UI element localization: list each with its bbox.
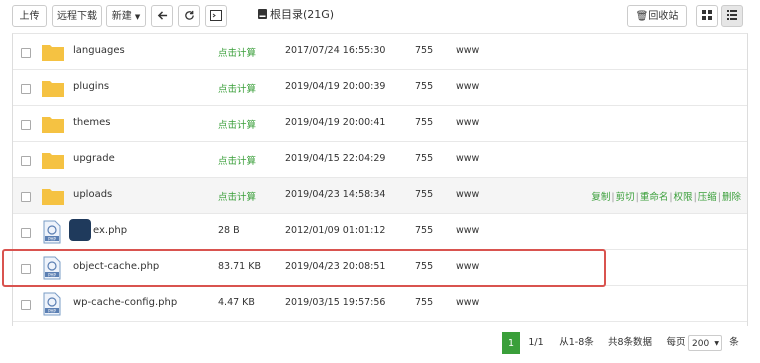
file-name[interactable]: plugins bbox=[73, 81, 109, 92]
file-date: 2019/04/19 20:00:39 bbox=[285, 81, 386, 92]
file-name[interactable]: languages bbox=[73, 45, 125, 56]
caret-down-icon: ▼ bbox=[134, 13, 141, 21]
arrow-left-icon bbox=[157, 11, 167, 20]
toolbar: 上传 远程下载 新建 ▼ 根目录(21G) 🗑回收站 bbox=[0, 0, 760, 34]
grid-view-button[interactable] bbox=[696, 5, 718, 27]
file-date: 2019/04/19 20:00:41 bbox=[285, 117, 386, 128]
row-checkbox[interactable] bbox=[21, 300, 31, 310]
row-checkbox[interactable] bbox=[21, 120, 31, 130]
file-owner: www bbox=[456, 153, 480, 164]
table-row[interactable]: upgrade 点击计算 2019/04/15 22:04:29 755 www bbox=[13, 142, 747, 178]
cut-link[interactable]: 剪切 bbox=[616, 192, 635, 203]
trash-icon: 🗑 bbox=[635, 11, 649, 22]
calc-size-link[interactable]: 点击计算 bbox=[218, 117, 256, 131]
row-checkbox[interactable] bbox=[21, 228, 31, 238]
file-name[interactable]: upgrade bbox=[73, 153, 115, 164]
page-1-button[interactable]: 1 bbox=[502, 332, 520, 354]
php-file-icon: PHP bbox=[43, 292, 61, 316]
file-date: 2019/03/15 19:57:56 bbox=[285, 297, 386, 308]
file-owner: www bbox=[456, 297, 480, 308]
calc-size-link[interactable]: 点击计算 bbox=[218, 153, 256, 167]
php-file-icon: PHP bbox=[43, 220, 61, 244]
calc-size-link[interactable]: 点击计算 bbox=[218, 189, 256, 203]
file-date: 2017/07/24 16:55:30 bbox=[285, 45, 386, 56]
file-permission[interactable]: 755 bbox=[415, 117, 433, 128]
file-owner: www bbox=[456, 117, 480, 128]
terminal-icon bbox=[210, 10, 222, 21]
refresh-icon bbox=[184, 10, 194, 20]
file-name[interactable]: uploads bbox=[73, 189, 112, 200]
highlight-annotation-box bbox=[2, 249, 606, 287]
delete-link[interactable]: 删除 bbox=[722, 192, 741, 203]
recycle-label: 回收站 bbox=[648, 11, 679, 22]
per-page-value: 200 bbox=[692, 339, 710, 349]
new-dropdown-button[interactable]: 新建 ▼ bbox=[106, 5, 146, 27]
grid-icon bbox=[702, 10, 712, 20]
disk-icon bbox=[258, 9, 267, 19]
caret-down-icon: ▼ bbox=[714, 340, 719, 347]
remote-download-button[interactable]: 远程下载 bbox=[52, 5, 102, 27]
folder-icon bbox=[42, 81, 64, 97]
per-page-select[interactable]: 200 ▼ bbox=[688, 335, 722, 351]
file-name[interactable]: themes bbox=[73, 117, 111, 128]
row-checkbox[interactable] bbox=[21, 84, 31, 94]
root-directory[interactable]: 根目录(21G) bbox=[258, 6, 334, 24]
range-info: 从1-8条 bbox=[554, 332, 599, 354]
folder-icon bbox=[42, 189, 64, 205]
file-owner: www bbox=[456, 81, 480, 92]
file-permission[interactable]: 755 bbox=[415, 297, 433, 308]
file-date: 2012/01/09 01:01:12 bbox=[285, 225, 386, 236]
file-date: 2019/04/23 14:58:34 bbox=[285, 189, 386, 200]
file-name[interactable]: ex.php bbox=[93, 225, 127, 236]
row-checkbox[interactable] bbox=[21, 192, 31, 202]
list-view-button[interactable] bbox=[721, 5, 743, 27]
table-row[interactable]: PHP wp-cache-config.php 4.47 KB 2019/03/… bbox=[13, 286, 747, 322]
file-owner: www bbox=[456, 189, 480, 200]
recycle-bin-button[interactable]: 🗑回收站 bbox=[627, 5, 687, 27]
row-checkbox[interactable] bbox=[21, 156, 31, 166]
file-permission[interactable]: 755 bbox=[415, 153, 433, 164]
folder-icon bbox=[42, 117, 64, 133]
calc-size-link[interactable]: 点击计算 bbox=[218, 81, 256, 95]
page-info: 1/1 bbox=[524, 332, 548, 354]
pagination: 1 1/1 从1-8条 共8条数据 每页 200 ▼ 条 bbox=[0, 330, 760, 358]
svg-text:PHP: PHP bbox=[48, 236, 56, 241]
rename-link[interactable]: 重命名 bbox=[640, 192, 669, 203]
svg-text:PHP: PHP bbox=[48, 308, 56, 313]
table-row[interactable]: themes 点击计算 2019/04/19 20:00:41 755 www bbox=[13, 106, 747, 142]
folder-icon bbox=[42, 153, 64, 169]
table-row-hovered[interactable]: uploads 点击计算 2019/04/23 14:58:34 755 www… bbox=[13, 178, 747, 214]
root-label: 根目录(21G) bbox=[270, 8, 335, 21]
new-label: 新建 bbox=[111, 11, 132, 22]
compress-link[interactable]: 压缩 bbox=[698, 192, 717, 203]
file-name[interactable]: wp-cache-config.php bbox=[73, 297, 177, 308]
refresh-button[interactable] bbox=[178, 5, 200, 27]
folder-icon bbox=[42, 45, 64, 61]
file-permission[interactable]: 755 bbox=[415, 225, 433, 236]
file-size: 4.47 KB bbox=[218, 297, 255, 308]
file-owner: www bbox=[456, 45, 480, 56]
upload-button[interactable]: 上传 bbox=[12, 5, 47, 27]
file-size: 28 B bbox=[218, 225, 240, 236]
per-page-label: 每页 bbox=[664, 332, 688, 354]
per-page-unit: 条 bbox=[726, 332, 742, 354]
back-button[interactable] bbox=[151, 5, 173, 27]
file-permission[interactable]: 755 bbox=[415, 81, 433, 92]
file-owner: www bbox=[456, 225, 480, 236]
file-permission[interactable]: 755 bbox=[415, 189, 433, 200]
table-row[interactable]: PHP ex.php 28 B 2012/01/09 01:01:12 755 … bbox=[13, 214, 747, 250]
calc-size-link[interactable]: 点击计算 bbox=[218, 45, 256, 59]
file-permission[interactable]: 755 bbox=[415, 45, 433, 56]
terminal-button[interactable] bbox=[205, 5, 227, 27]
row-actions: 复制|剪切|重命名|权限|压缩|删除 bbox=[591, 192, 741, 203]
list-icon bbox=[727, 10, 737, 20]
file-date: 2019/04/15 22:04:29 bbox=[285, 153, 386, 164]
total-info: 共8条数据 bbox=[602, 332, 658, 354]
row-checkbox[interactable] bbox=[21, 48, 31, 58]
permission-link[interactable]: 权限 bbox=[674, 192, 693, 203]
plugin-logo-thumbnail bbox=[69, 219, 91, 241]
table-row[interactable]: languages 点击计算 2017/07/24 16:55:30 755 w… bbox=[13, 34, 747, 70]
table-row[interactable]: plugins 点击计算 2019/04/19 20:00:39 755 www bbox=[13, 70, 747, 106]
copy-link[interactable]: 复制 bbox=[591, 192, 610, 203]
